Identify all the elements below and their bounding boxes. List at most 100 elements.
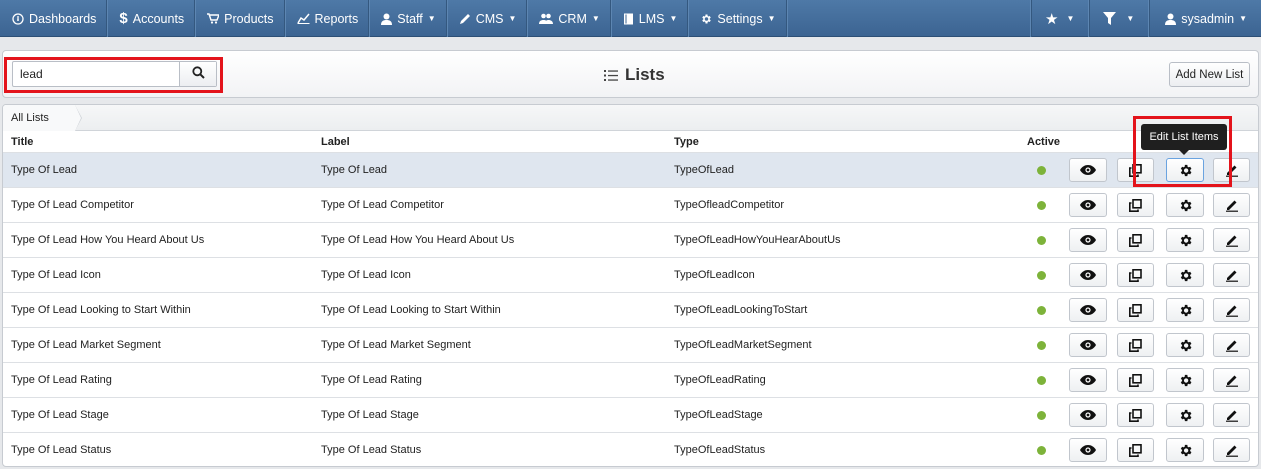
row-title: Type Of Lead [11,164,78,176]
row-type: TypeOfLeadStage [674,409,763,421]
nav-reports[interactable]: Reports [286,0,371,37]
copy-button[interactable] [1117,263,1154,287]
pencil-icon [1225,373,1239,387]
table-row[interactable]: Type Of Lead Rating Type Of Lead Rating Ty… [3,362,1258,397]
copy-icon [1129,338,1142,352]
edit-button[interactable] [1213,403,1250,427]
nav-dashboards[interactable]: Dashboards [0,0,109,37]
copy-button[interactable] [1117,438,1154,462]
row-type: TypeOfleadCompetitor [674,199,785,211]
nav-user-menu[interactable]: sysadmin ▼ [1148,0,1261,37]
chevron-down-icon: ▼ [591,14,600,23]
edit-button[interactable] [1213,333,1250,357]
table-row[interactable]: Type Of Lead Looking to Start Within Type… [3,292,1258,327]
row-label: Type Of Lead Looking to Start Within [321,304,501,316]
nav-accounts[interactable]: $ Accounts [108,0,197,37]
edit-list-items-button[interactable] [1166,438,1204,462]
nav-products[interactable]: Products [196,0,286,37]
table-row[interactable]: Type Of Lead Type Of Lead TypeOfLead [3,152,1258,187]
row-title: Type Of Lead Market Segment [11,339,161,351]
row-title: Type Of Lead How You Heard About Us [11,234,205,246]
copy-button[interactable] [1117,298,1154,322]
column-title[interactable]: Title [11,136,33,148]
gear-icon [1178,408,1193,423]
row-title: Type Of Lead Status [11,444,112,456]
nav-cms[interactable]: CMS ▼ [448,0,529,37]
add-new-list-button[interactable]: Add New List [1169,62,1250,87]
active-status-dot [1037,411,1046,420]
view-button[interactable] [1069,403,1107,427]
active-status-dot [1037,166,1046,175]
copy-icon [1129,443,1142,457]
edit-button[interactable] [1213,228,1250,252]
column-active[interactable]: Active [1027,136,1060,148]
active-status-dot [1037,236,1046,245]
nav-settings[interactable]: Settings ▼ [689,0,788,37]
nav-crm[interactable]: CRM ▼ [528,0,612,37]
users-icon [539,13,554,24]
nav-filter[interactable]: ▼ [1088,0,1148,37]
nav-lms[interactable]: LMS ▼ [612,0,690,37]
row-type: TypeOfLeadLookingToStart [674,304,808,316]
table-row[interactable]: Type Of Lead Stage Type Of Lead Stage Type… [3,397,1258,432]
copy-icon [1129,373,1142,387]
edit-button[interactable] [1213,368,1250,392]
edit-list-items-button[interactable] [1166,368,1204,392]
view-button[interactable] [1069,298,1107,322]
edit-button[interactable] [1213,263,1250,287]
chevron-down-icon: ▼ [1239,14,1247,23]
list-icon [604,69,618,81]
pencil-icon [1225,198,1239,212]
table-row[interactable]: Type Of Lead Competitor Type Of Lead Comp… [3,187,1258,222]
edit-list-items-button[interactable] [1166,298,1204,322]
active-status-dot [1037,306,1046,315]
gear-icon [1178,373,1193,388]
copy-button[interactable] [1117,193,1154,217]
column-type[interactable]: Type [674,136,699,148]
nav-staff[interactable]: Staff ▼ [370,0,448,37]
row-type: TypeOfLeadRating [674,374,766,386]
nav-label-cms: CMS [475,11,504,26]
view-button[interactable] [1069,368,1107,392]
pencil-icon [1225,338,1239,352]
edit-button[interactable] [1213,193,1250,217]
edit-list-items-button[interactable] [1166,333,1204,357]
view-button[interactable] [1069,158,1107,182]
user-icon [1165,13,1177,25]
row-title: Type Of Lead Competitor [11,199,134,211]
chevron-down-icon: ▼ [669,14,678,23]
copy-button[interactable] [1117,333,1154,357]
edit-button[interactable] [1213,298,1250,322]
view-button[interactable] [1069,228,1107,252]
edit-button[interactable] [1213,438,1250,462]
view-button[interactable] [1069,333,1107,357]
view-button[interactable] [1069,193,1107,217]
active-status-dot [1037,446,1046,455]
breadcrumb-all-lists[interactable]: All Lists [3,105,82,131]
pencil-icon [1225,408,1239,422]
nav-label-crm: CRM [558,11,587,26]
column-label[interactable]: Label [321,136,350,148]
edit-items-highlight-box [1133,116,1232,187]
table-row[interactable]: Type Of Lead Icon Type Of Lead Icon TypeOf… [3,257,1258,292]
edit-list-items-button[interactable] [1166,228,1204,252]
view-button[interactable] [1069,438,1107,462]
row-type: TypeOfLeadIcon [674,269,755,281]
filter-icon [1103,12,1117,25]
copy-button[interactable] [1117,368,1154,392]
table-row[interactable]: Type Of Lead Status Type Of Lead Status Ty… [3,432,1258,466]
user-icon [381,13,393,25]
view-button[interactable] [1069,263,1107,287]
copy-button[interactable] [1117,228,1154,252]
edit-list-items-button[interactable] [1166,193,1204,217]
page-title: Lists [604,65,665,85]
gear-icon [1178,198,1193,213]
table-row[interactable]: Type Of Lead Market Segment Type Of Lead … [3,327,1258,362]
table-row[interactable]: Type Of Lead How You Heard About Us Type … [3,222,1258,257]
edit-list-items-button[interactable] [1166,263,1204,287]
edit-list-items-button[interactable] [1166,403,1204,427]
nav-favorites[interactable]: ★ ▼ [1029,0,1088,37]
active-status-dot [1037,201,1046,210]
copy-button[interactable] [1117,403,1154,427]
row-title: Type Of Lead Icon [11,269,101,281]
